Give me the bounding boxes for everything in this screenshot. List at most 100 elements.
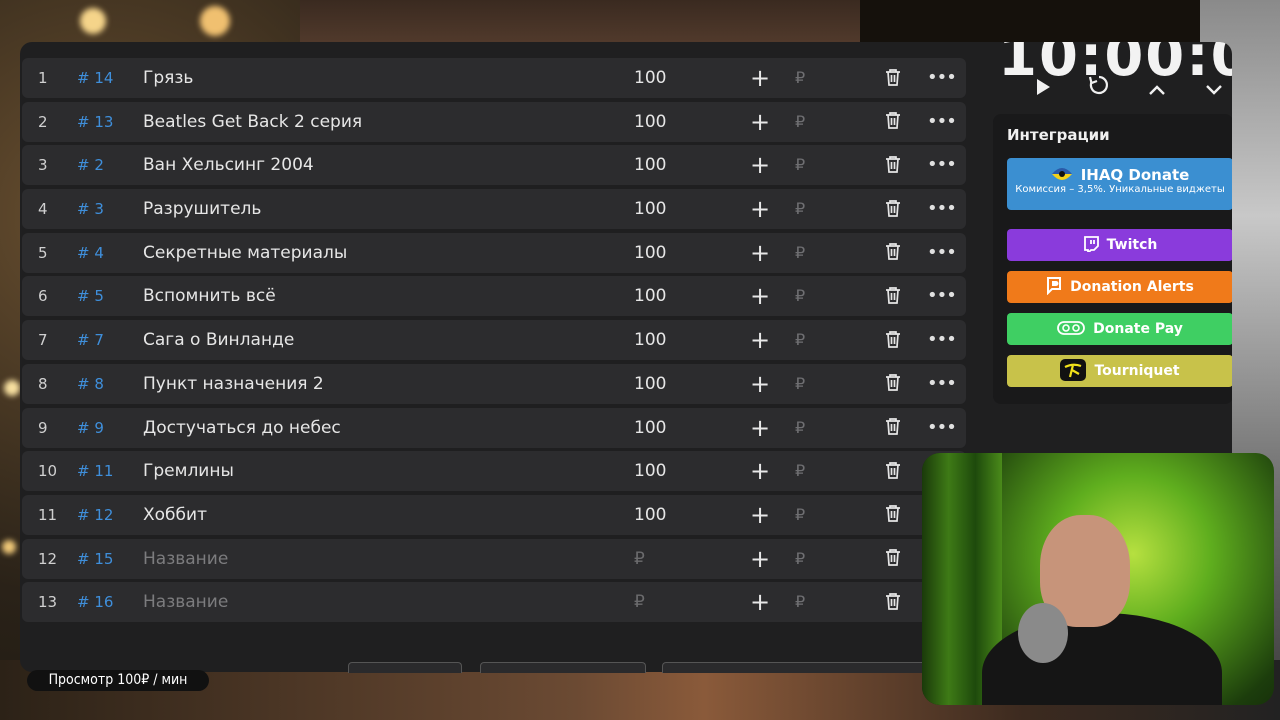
plus-icon[interactable]: + (748, 539, 772, 579)
queue-row[interactable]: 9 # 9 Достучаться до небес 100 + ₽ ••• (22, 407, 966, 448)
add-amount-input[interactable]: ₽ (795, 320, 815, 360)
row-id-link[interactable]: # 4 (77, 233, 137, 273)
add-amount-input[interactable]: ₽ (795, 145, 815, 185)
add-amount-input[interactable]: ₽ (795, 233, 815, 273)
row-id-link[interactable]: # 11 (77, 451, 137, 491)
trash-icon[interactable] (881, 451, 905, 491)
row-amount-input[interactable]: 100 (634, 451, 714, 491)
row-title-input[interactable]: Гремлины (143, 451, 603, 491)
add-amount-input[interactable]: ₽ (795, 364, 815, 404)
row-amount-input[interactable]: 100 (634, 276, 714, 316)
row-title-input[interactable]: Сага о Винланде (143, 320, 603, 360)
row-id-link[interactable]: # 3 (77, 189, 137, 229)
plus-icon[interactable]: + (748, 145, 772, 185)
queue-row[interactable]: 12 # 15 Название ₽ + ₽ (22, 538, 966, 579)
row-title-input[interactable]: Вспомнить всё (143, 276, 603, 316)
trash-icon[interactable] (881, 320, 905, 360)
row-title-input[interactable]: Название (143, 539, 603, 579)
queue-row[interactable]: 10 # 11 Гремлины 100 + ₽ (22, 451, 966, 492)
plus-icon[interactable]: + (748, 189, 772, 229)
add-amount-input[interactable]: ₽ (795, 582, 815, 622)
row-amount-input[interactable]: ₽ (634, 539, 714, 579)
row-id-link[interactable]: # 16 (77, 582, 137, 622)
row-title-input[interactable]: Секретные материалы (143, 233, 603, 273)
queue-row[interactable]: 11 # 12 Хоббит 100 + ₽ (22, 494, 966, 535)
toolbar-group[interactable] (348, 662, 462, 673)
row-title-input[interactable]: Хоббит (143, 495, 603, 535)
row-amount-input[interactable]: 100 (634, 320, 714, 360)
more-options-icon[interactable]: ••• (927, 145, 957, 185)
plus-icon[interactable]: + (748, 451, 772, 491)
queue-row[interactable]: 8 # 8 Пункт назначения 2 100 + ₽ ••• (22, 363, 966, 404)
trash-icon[interactable] (881, 233, 905, 273)
plus-icon[interactable]: + (748, 276, 772, 316)
row-id-link[interactable]: # 12 (77, 495, 137, 535)
add-amount-input[interactable]: ₽ (795, 539, 815, 579)
trash-icon[interactable] (881, 539, 905, 579)
row-id-link[interactable]: # 5 (77, 276, 137, 316)
more-options-icon[interactable]: ••• (927, 233, 957, 273)
row-title-input[interactable]: Beatles Get Back 2 серия (143, 102, 603, 142)
trash-icon[interactable] (881, 364, 905, 404)
row-amount-input[interactable]: 100 (634, 189, 714, 229)
plus-icon[interactable]: + (748, 582, 772, 622)
ihaq-donate-button[interactable]: IHAQ Donate Комиссия – 3,5%. Уникальные … (1007, 158, 1232, 210)
add-amount-input[interactable]: ₽ (795, 495, 815, 535)
trash-icon[interactable] (881, 102, 905, 142)
trash-icon[interactable] (881, 408, 905, 448)
add-amount-input[interactable]: ₽ (795, 276, 815, 316)
plus-icon[interactable]: + (748, 320, 772, 360)
donate-pay-button[interactable]: Donate Pay (1007, 313, 1232, 345)
queue-row[interactable]: 13 # 16 Название ₽ + ₽ (22, 582, 966, 623)
queue-row[interactable]: 1 # 14 Грязь 100 + ₽ ••• (22, 58, 966, 98)
plus-icon[interactable]: + (748, 408, 772, 448)
row-amount-input[interactable]: 100 (634, 408, 714, 448)
row-amount-input[interactable]: 100 (634, 364, 714, 404)
row-title-input[interactable]: Название (143, 582, 603, 622)
plus-icon[interactable]: + (748, 58, 772, 98)
row-id-link[interactable]: # 7 (77, 320, 137, 360)
more-options-icon[interactable]: ••• (927, 189, 957, 229)
add-amount-input[interactable]: ₽ (795, 451, 815, 491)
trash-icon[interactable] (881, 145, 905, 185)
plus-icon[interactable]: + (748, 102, 772, 142)
add-amount-input[interactable]: ₽ (795, 408, 815, 448)
row-amount-input[interactable]: 100 (634, 145, 714, 185)
plus-icon[interactable]: + (748, 495, 772, 535)
trash-icon[interactable] (881, 58, 905, 98)
plus-icon[interactable]: + (748, 233, 772, 273)
trash-icon[interactable] (881, 189, 905, 229)
chevron-down-button[interactable] (1199, 74, 1229, 104)
row-amount-input[interactable]: ₽ (634, 582, 714, 622)
add-amount-input[interactable]: ₽ (795, 189, 815, 229)
reset-button[interactable] (1084, 74, 1114, 104)
row-id-link[interactable]: # 9 (77, 408, 137, 448)
twitch-button[interactable]: Twitch (1007, 229, 1232, 261)
row-title-input[interactable]: Грязь (143, 58, 603, 98)
trash-icon[interactable] (881, 276, 905, 316)
row-id-link[interactable]: # 14 (77, 58, 137, 98)
row-id-link[interactable]: # 8 (77, 364, 137, 404)
chevron-up-button[interactable] (1142, 74, 1172, 104)
more-options-icon[interactable]: ••• (927, 58, 957, 98)
row-id-link[interactable]: # 13 (77, 102, 137, 142)
play-button[interactable] (1028, 74, 1058, 104)
more-options-icon[interactable]: ••• (927, 408, 957, 448)
add-amount-input[interactable]: ₽ (795, 102, 815, 142)
more-options-icon[interactable]: ••• (927, 320, 957, 360)
row-title-input[interactable]: Разрушитель (143, 189, 603, 229)
more-options-icon[interactable]: ••• (927, 276, 957, 316)
donation-alerts-button[interactable]: Donation Alerts (1007, 271, 1232, 303)
toolbar-group[interactable] (480, 662, 646, 673)
row-id-link[interactable]: # 15 (77, 539, 137, 579)
row-title-input[interactable]: Достучаться до небес (143, 408, 603, 448)
row-title-input[interactable]: Ван Хельсинг 2004 (143, 145, 603, 185)
queue-row[interactable]: 6 # 5 Вспомнить всё 100 + ₽ ••• (22, 276, 966, 317)
queue-row[interactable]: 4 # 3 Разрушитель 100 + ₽ ••• (22, 189, 966, 230)
tourniquet-button[interactable]: Tourniquet (1007, 355, 1232, 387)
more-options-icon[interactable]: ••• (927, 102, 957, 142)
toolbar-group[interactable] (662, 662, 926, 673)
trash-icon[interactable] (881, 495, 905, 535)
queue-row[interactable]: 3 # 2 Ван Хельсинг 2004 100 + ₽ ••• (22, 145, 966, 186)
queue-row[interactable]: 5 # 4 Секретные материалы 100 + ₽ ••• (22, 232, 966, 273)
